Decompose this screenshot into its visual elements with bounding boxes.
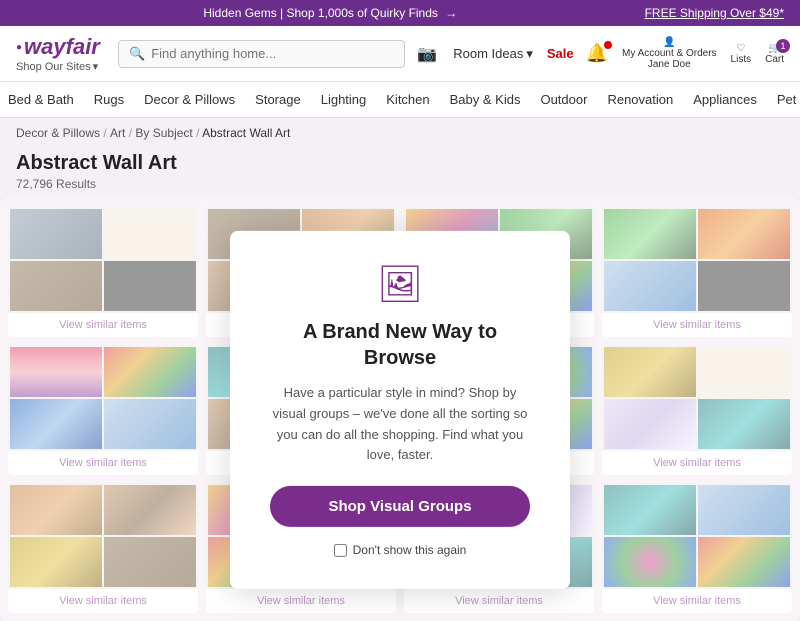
search-input[interactable] (151, 46, 394, 61)
nav-bar: FurnitureBed & BathRugsDecor & PillowsSt… (0, 82, 800, 118)
main-content: View similar itemsView similar itemsView… (0, 199, 800, 621)
account-name: Jane Doe (648, 59, 691, 70)
cart-label: Cart (765, 54, 784, 65)
nav-item-bed--bath[interactable]: Bed & Bath (8, 92, 74, 107)
banner-arrow-icon: → (445, 6, 457, 20)
header-nav: Room Ideas ▾ Sale (453, 46, 573, 62)
header: ● wayfair Shop Our Sites ▾ 🔍 📷 Room Idea… (0, 26, 800, 82)
cart[interactable]: 🛒 1 Cart (765, 43, 784, 65)
sale-link[interactable]: Sale (547, 46, 574, 61)
chevron-down-icon: ▾ (526, 46, 533, 62)
banner-center[interactable]: Hidden Gems | Shop 1,000s of Quirky Find… (16, 6, 645, 20)
breadcrumb-separator: / (193, 126, 202, 140)
notifications[interactable]: 🔔 (586, 43, 608, 64)
shop-sites[interactable]: Shop Our Sites ▾ (16, 60, 98, 73)
top-banner: Hidden Gems | Shop 1,000s of Quirky Find… (0, 0, 800, 26)
page-title: Abstract Wall Art (16, 152, 784, 175)
logo-area: ● wayfair Shop Our Sites ▾ (16, 34, 106, 73)
dont-show-again-label[interactable]: Don't show this again (270, 543, 530, 557)
search-icon: 🔍 (129, 46, 145, 62)
logo[interactable]: ● wayfair (16, 34, 100, 60)
modal: 🖼 A Brand New Way to Browse Have a parti… (230, 231, 570, 589)
nav-item-kitchen[interactable]: Kitchen (386, 92, 429, 107)
banner-center-text: Hidden Gems | Shop 1,000s of Quirky Find… (203, 6, 438, 20)
page-title-area: Abstract Wall Art 72,796 Results (0, 148, 800, 199)
nav-item-outdoor[interactable]: Outdoor (540, 92, 587, 107)
account[interactable]: 👤 My Account & Orders Jane Doe (622, 37, 716, 70)
search-bar: 🔍 (118, 40, 405, 68)
room-ideas-label: Room Ideas (453, 46, 523, 61)
dont-show-again-text: Don't show this again (353, 543, 467, 557)
notification-dot (604, 41, 612, 49)
nav-item-storage[interactable]: Storage (255, 92, 301, 107)
lists[interactable]: ♡ Lists (731, 43, 752, 65)
breadcrumb-separator: / (100, 126, 110, 140)
nav-item-renovation[interactable]: Renovation (607, 92, 673, 107)
modal-icon: 🖼 (270, 263, 530, 305)
nav-item-decor--pillows[interactable]: Decor & Pillows (144, 92, 235, 107)
nav-item-pet[interactable]: Pet (777, 92, 797, 107)
nav-item-rugs[interactable]: Rugs (94, 92, 124, 107)
chevron-down-icon: ▾ (93, 60, 99, 73)
modal-description: Have a particular style in mind? Shop by… (270, 383, 530, 466)
breadcrumb-link-2[interactable]: By Subject (135, 126, 192, 140)
dont-show-again-checkbox[interactable] (334, 544, 347, 557)
shop-visual-groups-button[interactable]: Shop Visual Groups (270, 486, 530, 527)
modal-title: A Brand New Way to Browse (270, 319, 530, 371)
nav-item-appliances[interactable]: Appliances (693, 92, 757, 107)
heart-icon: ♡ (736, 43, 745, 54)
account-icon: 👤 (663, 37, 675, 48)
cart-count-badge: 1 (776, 39, 790, 53)
header-icons: 🔔 👤 My Account & Orders Jane Doe ♡ Lists… (586, 37, 784, 70)
logo-text: wayfair (24, 34, 100, 60)
camera-icon[interactable]: 📷 (417, 44, 437, 64)
account-label: My Account & Orders (622, 48, 716, 59)
room-ideas-link[interactable]: Room Ideas ▾ (453, 46, 533, 62)
shop-sites-label: Shop Our Sites (16, 61, 91, 73)
banner-right[interactable]: FREE Shipping Over $49* (645, 6, 784, 20)
nav-item-baby--kids[interactable]: Baby & Kids (450, 92, 521, 107)
breadcrumb-separator: / (125, 126, 135, 140)
nav-item-lighting[interactable]: Lighting (321, 92, 367, 107)
result-count: 72,796 Results (16, 177, 784, 191)
logo-dot-icon: ● (16, 42, 22, 53)
breadcrumb: Decor & Pillows / Art / By Subject / Abs… (0, 118, 800, 148)
breadcrumb-link-0[interactable]: Decor & Pillows (16, 126, 100, 140)
breadcrumb-link-1[interactable]: Art (110, 126, 125, 140)
lists-label: Lists (731, 54, 752, 65)
breadcrumb-current: Abstract Wall Art (202, 126, 290, 140)
